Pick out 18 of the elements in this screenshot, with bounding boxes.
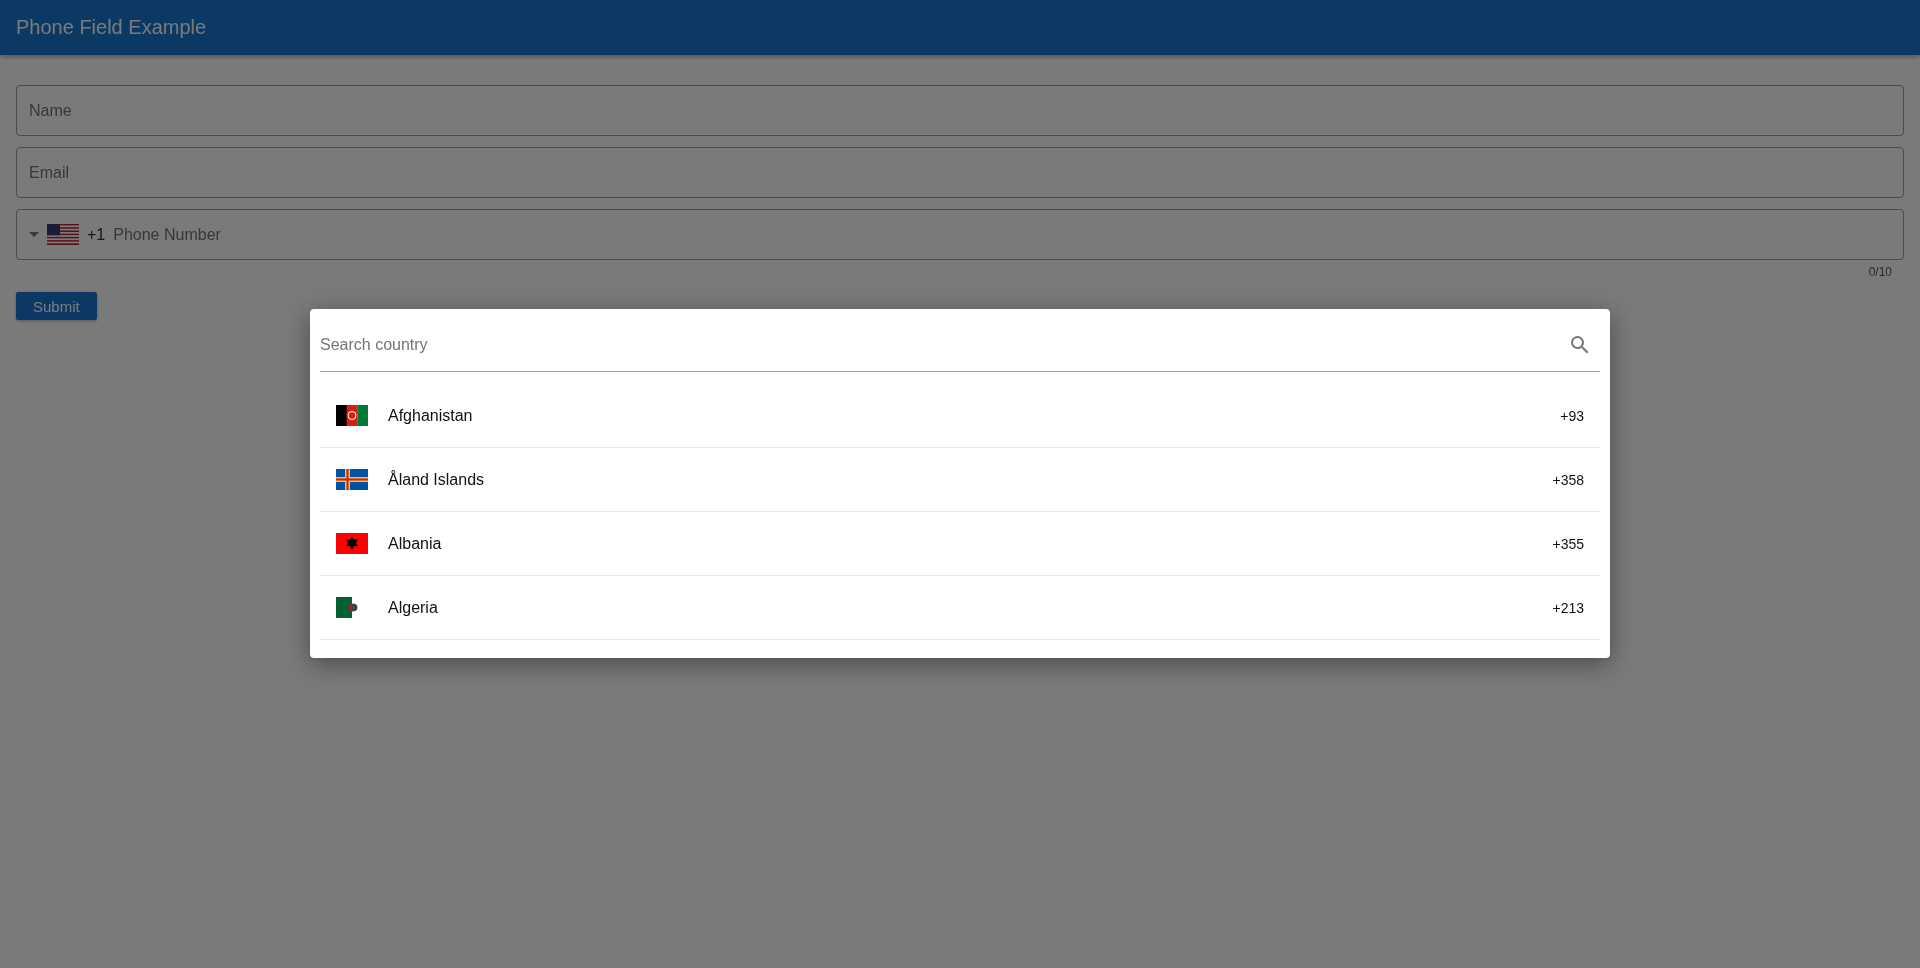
phone-field[interactable]: +1 Phone Number [16,209,1904,260]
flag-icon [336,405,368,426]
app-title: Phone Field Example [16,16,207,39]
search-input[interactable]: Search country [320,336,1568,354]
search-field[interactable]: Search country [320,319,1600,372]
flag-icon [336,469,368,490]
character-counter: 0/10 [1868,265,1892,279]
country-item[interactable]: Åland Islands +358 [320,448,1600,512]
dial-code: +1 [87,225,106,244]
phone-number-input[interactable]: Phone Number [113,225,1891,244]
country-item[interactable]: Algeria +213 [320,576,1600,640]
country-item[interactable]: Albania +355 [320,512,1600,576]
country-item[interactable]: Afghanistan +93 [320,384,1600,448]
text-field[interactable]: Name [16,85,1904,136]
text-field[interactable]: Email [16,147,1904,198]
flag-icon [336,533,368,554]
flag-icon [47,224,79,245]
dropdown-caret-icon[interactable] [29,232,39,237]
